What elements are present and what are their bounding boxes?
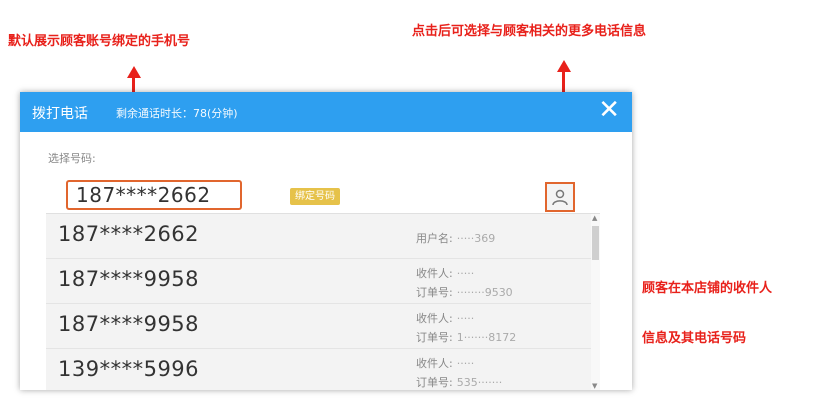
scroll-up-icon[interactable]: ▲: [592, 214, 597, 222]
contact-detail: 订单号: ········9530: [416, 284, 513, 300]
list-item[interactable]: 187****9958 收件人: ····· 订单号: 1·······8172: [46, 304, 591, 349]
detail-value: 1·······8172: [456, 331, 517, 344]
contact-detail: 订单号: 1·······8172: [416, 329, 516, 345]
close-icon[interactable]: ✕: [598, 97, 620, 123]
list-item[interactable]: 139****5996 收件人: ····· 订单号: 535·······: [46, 349, 591, 390]
detail-label: 订单号:: [416, 376, 453, 389]
detail-value: 535·······: [456, 376, 503, 389]
dialog-title: 拨打电话: [32, 106, 88, 122]
annotation-recipient-line2: 信息及其电话号码: [642, 331, 747, 346]
contact-phone: 187****9958: [58, 312, 200, 336]
contact-phone: 187****2662: [58, 222, 200, 246]
contact-phone: 139****5996: [58, 357, 200, 381]
detail-label: 收件人:: [416, 267, 453, 280]
contact-detail: 订单号: 535·······: [416, 374, 502, 390]
detail-label: 收件人:: [416, 357, 453, 370]
list-item[interactable]: 187****9958 收件人: ····· 订单号: ········9530: [46, 259, 591, 304]
dialog-titlebar: 拨打电话 剩余通话时长：78(分钟) ✕: [20, 92, 632, 132]
annotation-more-phones: 点击后可选择与顾客相关的更多电话信息: [412, 24, 647, 39]
list-scrollbar[interactable]: ▲ ▼: [591, 214, 600, 390]
person-icon: [552, 189, 568, 206]
selected-phone-field[interactable]: 187****2662: [66, 180, 242, 210]
detail-value: ·····: [456, 267, 475, 280]
contact-detail: 用户名: ·····369: [416, 230, 495, 246]
annotation-default-phone: 默认展示顾客账号绑定的手机号: [8, 34, 191, 49]
detail-value: ·····369: [456, 232, 496, 245]
detail-label: 订单号:: [416, 286, 453, 299]
call-dialog: 拨打电话 剩余通话时长：78(分钟) ✕ 选择号码: 187****2662 绑…: [20, 92, 632, 390]
select-number-label: 选择号码:: [48, 152, 96, 165]
annotation-recipient-line1: 顾客在本店铺的收件人: [642, 281, 773, 296]
remaining-minutes: 剩余通话时长：78(分钟): [116, 107, 238, 120]
list-item[interactable]: 187****2662 用户名: ·····369: [46, 214, 591, 259]
contact-detail: 收件人: ·····: [416, 355, 474, 371]
more-contacts-button[interactable]: [545, 182, 575, 212]
contact-detail: 收件人: ·····: [416, 310, 474, 326]
detail-value: ·····: [456, 357, 475, 370]
detail-value: ·····: [456, 312, 475, 325]
bound-number-badge: 绑定号码: [290, 188, 340, 205]
detail-label: 订单号:: [416, 331, 453, 344]
detail-label: 收件人:: [416, 312, 453, 325]
scroll-thumb[interactable]: [592, 226, 599, 260]
scroll-down-icon[interactable]: ▼: [592, 382, 597, 390]
detail-label: 用户名:: [416, 232, 453, 245]
contact-phone: 187****9958: [58, 267, 200, 291]
detail-value: ········9530: [456, 286, 513, 299]
phone-dropdown-list: 187****2662 用户名: ·····369 187****9958 收件人…: [46, 213, 600, 390]
contact-detail: 收件人: ·····: [416, 265, 474, 281]
